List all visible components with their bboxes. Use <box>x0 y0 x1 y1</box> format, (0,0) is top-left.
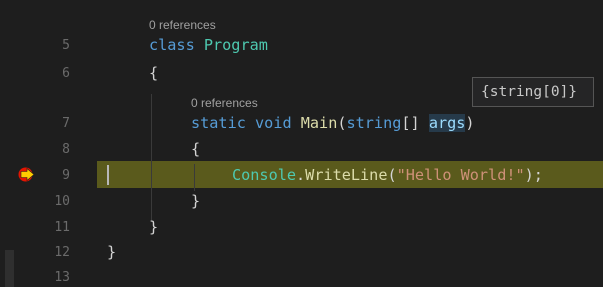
code-line[interactable]: Console.WriteLine("Hello World!"); <box>232 164 543 186</box>
line-number: 9 <box>62 168 70 183</box>
code-token[interactable]: ( <box>387 166 396 184</box>
code-line[interactable]: { <box>149 62 158 84</box>
code-line[interactable]: { <box>191 138 200 160</box>
code-token[interactable]: "Hello World!" <box>397 166 525 184</box>
code-token[interactable]: void <box>255 114 292 132</box>
line-number: 7 <box>62 116 70 131</box>
code-token[interactable]: static <box>191 114 246 132</box>
variable-value-tooltip: {string[0]} <box>472 77 594 107</box>
code-token[interactable]: . <box>296 166 305 184</box>
code-token[interactable] <box>195 36 204 54</box>
line-number: 12 <box>54 245 70 260</box>
line-number: 8 <box>62 142 70 157</box>
scroll-indicator <box>5 250 14 287</box>
codelens-references[interactable]: 0 references <box>149 18 216 32</box>
indent-guide <box>194 164 195 191</box>
code-token[interactable]: string <box>347 114 402 132</box>
code-line[interactable]: class Program <box>149 34 268 56</box>
line-number: 11 <box>54 220 70 235</box>
code-token[interactable] <box>246 114 255 132</box>
code-token[interactable]: } <box>107 243 116 261</box>
code-token[interactable]: ); <box>525 166 543 184</box>
code-token[interactable] <box>292 114 301 132</box>
code-token[interactable]: { <box>149 64 158 82</box>
code-token[interactable]: class <box>149 36 195 54</box>
parameter-args-token[interactable]: args <box>428 114 466 132</box>
code-token[interactable]: Main <box>301 114 338 132</box>
indent-guide <box>151 94 152 222</box>
line-number: 5 <box>62 38 70 53</box>
line-number: 10 <box>54 194 70 209</box>
code-token[interactable]: [] <box>401 114 428 132</box>
text-cursor <box>107 165 109 185</box>
code-token[interactable]: { <box>191 140 200 158</box>
code-token[interactable]: ) <box>465 114 474 132</box>
code-token[interactable]: ( <box>337 114 346 132</box>
code-token[interactable]: } <box>149 218 158 236</box>
code-token[interactable]: Program <box>204 36 268 54</box>
code-token[interactable]: Console <box>232 166 296 184</box>
code-token[interactable]: } <box>191 192 200 210</box>
codelens-references[interactable]: 0 references <box>191 96 258 110</box>
code-line[interactable]: } <box>149 216 158 238</box>
code-line[interactable]: static void Main(string[] args) <box>191 112 475 134</box>
line-number: 6 <box>62 66 70 81</box>
glyph-margin[interactable] <box>0 0 40 287</box>
line-number: 13 <box>54 270 70 285</box>
code-token[interactable]: WriteLine <box>305 166 387 184</box>
code-editor[interactable]: 5 6 7 8 9 10 11 12 13 0 references 0 ref… <box>0 0 603 287</box>
code-line[interactable]: } <box>107 241 116 263</box>
breakpoint-arrow-icon[interactable] <box>18 167 36 182</box>
code-line[interactable]: } <box>191 190 200 212</box>
